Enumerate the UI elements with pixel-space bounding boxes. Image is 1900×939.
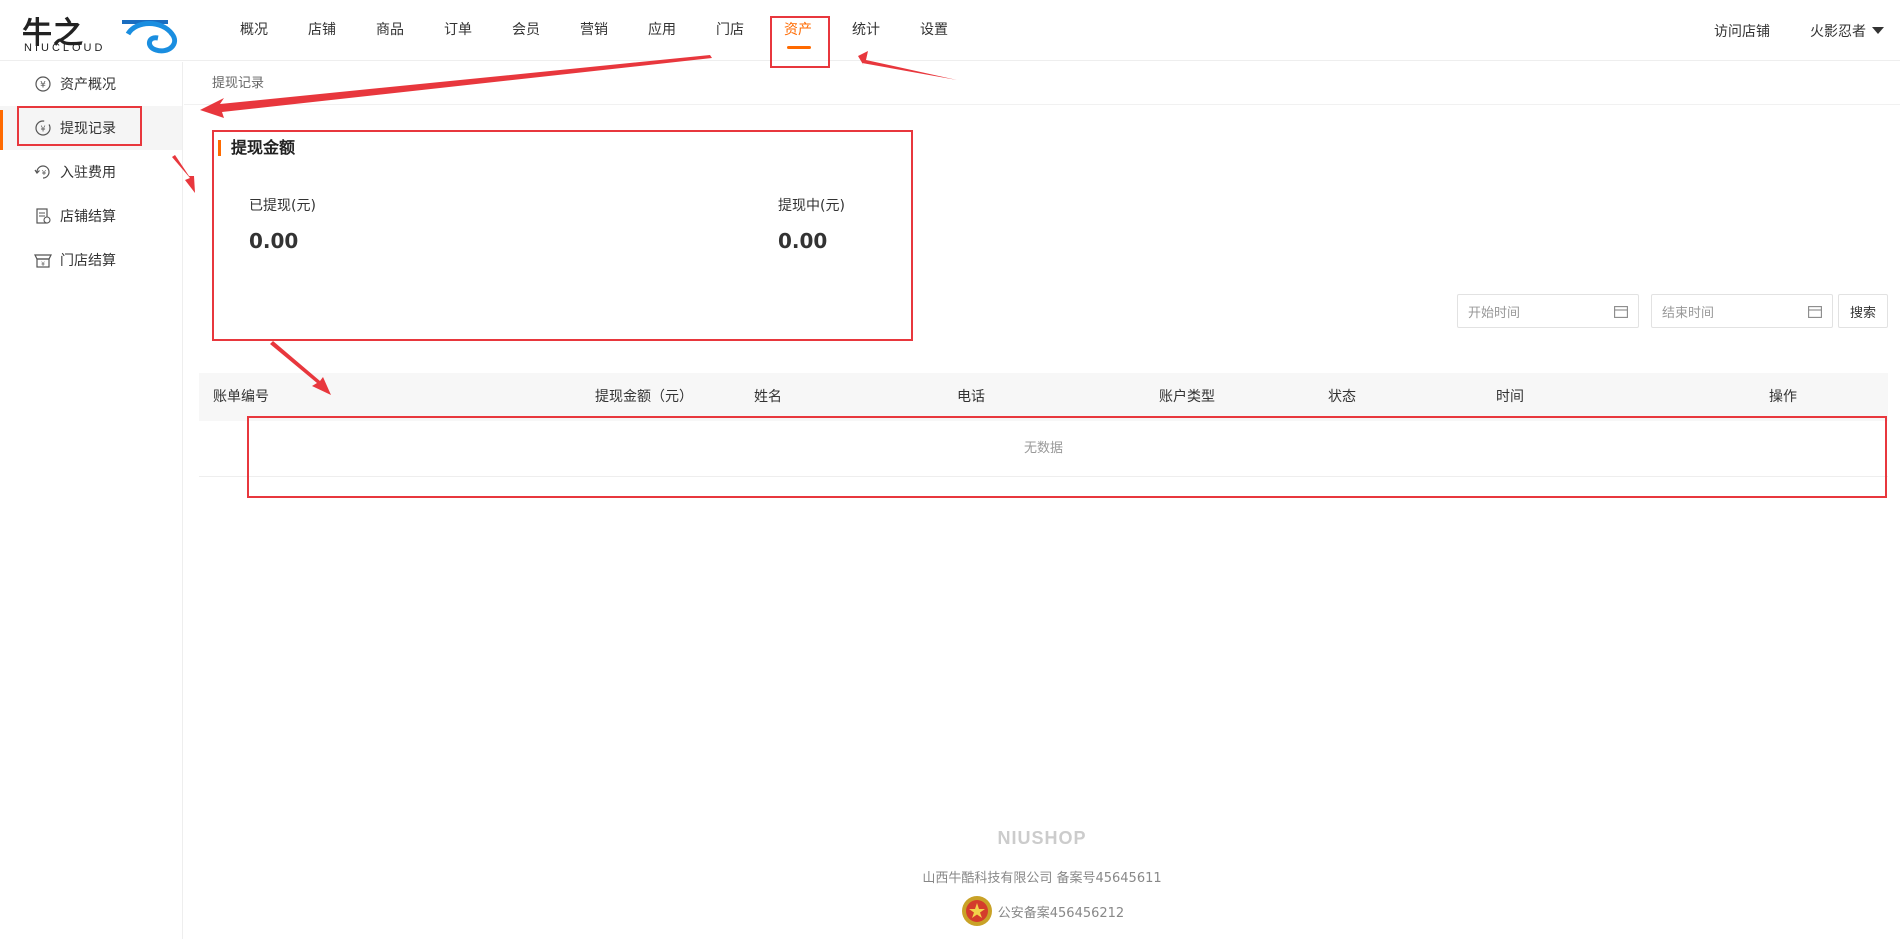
user-menu[interactable]: 火影忍者	[1810, 21, 1884, 41]
column-phone: 电话	[957, 389, 985, 405]
start-time-placeholder: 开始时间	[1468, 305, 1521, 321]
footer-police-record[interactable]: 公安备案456456212	[184, 894, 1900, 928]
top-right-actions: 访问店铺 火影忍者	[1714, 0, 1884, 61]
arrow-to-sidebar	[200, 55, 712, 118]
sidebar-item-label: 门店结算	[60, 253, 116, 269]
annotation-box-withdraw-stats	[212, 130, 913, 341]
nav-store[interactable]: 店铺	[288, 0, 356, 61]
nav-goods[interactable]: 商品	[356, 0, 424, 61]
end-time-input[interactable]: 结束时间	[1651, 294, 1833, 328]
sidebar-item-settle-fee[interactable]: ¥ 入驻费用	[0, 150, 182, 194]
column-amount: 提现金额（元）	[595, 389, 693, 405]
column-bill-no: 账单编号	[213, 389, 269, 405]
yen-circle-icon: ¥	[34, 75, 52, 93]
table-header: 账单编号 提现金额（元） 姓名 电话 账户类型 状态 时间 操作	[199, 373, 1888, 421]
svg-text:¥: ¥	[41, 261, 45, 268]
svg-text:¥: ¥	[42, 169, 47, 177]
footer-company: 山西牛酷科技有限公司 备案号45645611	[922, 871, 1162, 886]
end-time-placeholder: 结束时间	[1662, 305, 1715, 321]
nav-marketing[interactable]: 营销	[560, 0, 628, 61]
footer-brand: NIUSHOP	[997, 828, 1087, 848]
nav-shops[interactable]: 门店	[696, 0, 764, 61]
search-button[interactable]: 搜索	[1838, 294, 1888, 328]
top-bar: 牛之 NIUCLOUD 概况 店铺 商品 订单 会员 营销 应用 门店 资产 统…	[0, 0, 1900, 61]
column-time: 时间	[1496, 389, 1524, 405]
nav-orders[interactable]: 订单	[424, 0, 492, 61]
sidebar-item-store-settlement[interactable]: 店铺结算	[0, 194, 182, 238]
footer: NIUSHOP 山西牛酷科技有限公司 备案号45645611 公安备案45645…	[184, 828, 1900, 928]
sidebar-item-label: 店铺结算	[60, 209, 116, 225]
breadcrumb-divider	[184, 104, 1900, 105]
username: 火影忍者	[1810, 23, 1866, 40]
annotation-box-withdraw-record	[17, 106, 142, 146]
nav-overview[interactable]: 概况	[220, 0, 288, 61]
svg-text:¥: ¥	[40, 81, 46, 91]
sidebar: ¥ 资产概况 ¥ 提现记录 ¥ 入驻费用 店铺结算 ¥ 门店结算	[0, 62, 183, 939]
nav-members[interactable]: 会员	[492, 0, 560, 61]
niucloud-logo[interactable]: 牛之 NIUCLOUD	[22, 10, 178, 56]
settle-fee-icon: ¥	[34, 163, 52, 181]
main-nav: 概况 店铺 商品 订单 会员 营销 应用 门店 资产 统计 设置	[220, 0, 968, 61]
visit-store-link[interactable]: 访问店铺	[1714, 21, 1770, 41]
caret-down-icon	[1872, 27, 1884, 34]
column-actions: 操作	[1769, 389, 1797, 405]
shop-settlement-icon: ¥	[34, 251, 52, 269]
nav-settings[interactable]: 设置	[900, 0, 968, 61]
sidebar-item-label: 资产概况	[60, 77, 116, 93]
sidebar-item-asset-overview[interactable]: ¥ 资产概况	[0, 62, 182, 106]
police-emblem-icon	[961, 896, 992, 926]
calendar-icon	[1614, 306, 1628, 318]
annotation-box-empty-table	[247, 416, 1887, 498]
nav-apps[interactable]: 应用	[628, 0, 696, 61]
column-status: 状态	[1328, 389, 1356, 405]
annotation-box-assets-tab	[770, 16, 830, 68]
nav-statistics[interactable]: 统计	[832, 0, 900, 61]
column-name: 姓名	[754, 389, 782, 405]
breadcrumb: 提现记录	[212, 76, 265, 91]
store-settlement-icon	[34, 207, 52, 225]
start-time-input[interactable]: 开始时间	[1457, 294, 1639, 328]
calendar-icon	[1808, 306, 1822, 318]
sidebar-item-shop-settlement[interactable]: ¥ 门店结算	[0, 238, 182, 282]
sidebar-item-label: 入驻费用	[60, 165, 116, 181]
cloud-logo-icon	[122, 20, 178, 54]
logo-text-en: NIUCLOUD	[24, 42, 106, 54]
column-account-type: 账户类型	[1159, 389, 1215, 405]
police-record-text: 公安备案456456212	[997, 905, 1125, 921]
